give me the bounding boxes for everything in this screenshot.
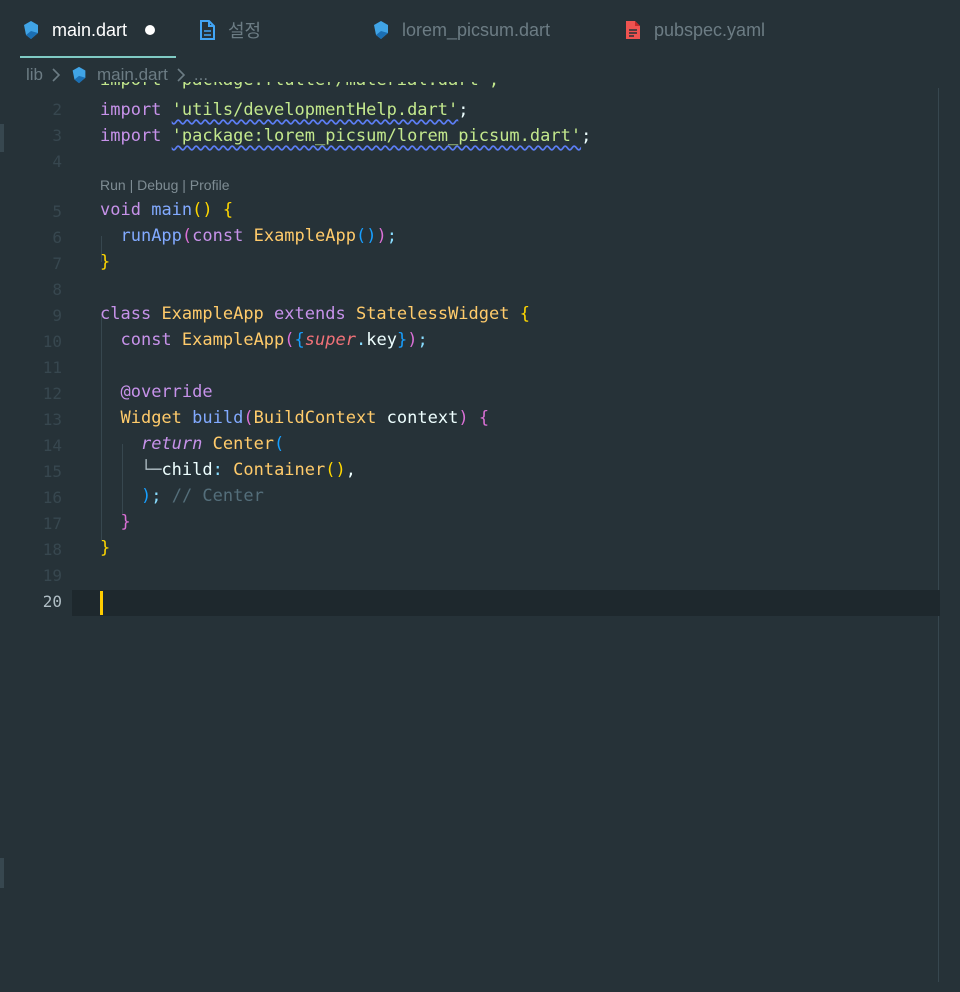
unsaved-dot-icon[interactable] bbox=[145, 25, 156, 35]
code-line-16: ); // Center bbox=[140, 486, 264, 506]
file-icon bbox=[196, 19, 218, 41]
codelens: Run | Debug | Profile bbox=[100, 177, 230, 193]
code-line-3: import 'package:lorem_picsum/lorem_picsu… bbox=[100, 126, 592, 146]
tab-settings[interactable]: 설정 bbox=[196, 0, 261, 60]
code-line-2: import 'utils/developmentHelp.dart'; bbox=[100, 100, 469, 120]
line-number: 7 bbox=[52, 254, 62, 273]
line-number: 18 bbox=[42, 540, 62, 559]
code-editor[interactable]: import 'package:flutter/material.dart'; … bbox=[0, 82, 960, 992]
line-number: 16 bbox=[42, 488, 62, 507]
code-line-7: } bbox=[100, 252, 111, 272]
chevron-right-icon bbox=[176, 68, 186, 82]
dart-icon bbox=[69, 65, 89, 85]
breadcrumb-folder[interactable]: lib bbox=[26, 65, 43, 85]
line-number: 5 bbox=[52, 202, 62, 221]
yaml-file-icon bbox=[622, 19, 644, 41]
line-number: 4 bbox=[52, 152, 62, 171]
tab-label: 설정 bbox=[228, 21, 262, 41]
line-number: 19 bbox=[42, 566, 62, 585]
line-number: 13 bbox=[42, 410, 62, 429]
code-line-15: └─child: Container(), bbox=[140, 460, 356, 480]
chevron-right-icon bbox=[51, 68, 61, 82]
code-line-6: runApp(const ExampleApp()); bbox=[120, 226, 397, 246]
line-number: 15 bbox=[42, 462, 62, 481]
dart-icon bbox=[20, 19, 42, 41]
line-number: 11 bbox=[42, 358, 62, 377]
code-line-5: void main() { bbox=[100, 200, 234, 220]
code-line-13: Widget build(BuildContext context) { bbox=[120, 408, 490, 428]
tab-label: pubspec.yaml bbox=[654, 19, 766, 40]
tab-lorem-picsum-dart[interactable]: lorem_picsum.dart bbox=[370, 0, 550, 60]
code-line-9: class ExampleApp extends StatelessWidget… bbox=[100, 304, 530, 324]
code-line-17: } bbox=[120, 512, 131, 532]
code-line-1: import 'package:flutter/material.dart'; bbox=[100, 82, 520, 94]
code-line-12: @override bbox=[120, 382, 213, 402]
line-number: 12 bbox=[42, 384, 62, 403]
line-number: 10 bbox=[42, 332, 62, 351]
codelens-run[interactable]: Run bbox=[100, 177, 126, 193]
tab-label: lorem_picsum.dart bbox=[402, 19, 551, 40]
line-number: 17 bbox=[42, 514, 62, 533]
scroll-marker bbox=[0, 858, 4, 888]
line-number: 2 bbox=[52, 100, 62, 119]
vertical-scrollbar-edge[interactable] bbox=[938, 88, 939, 982]
dart-icon bbox=[370, 19, 392, 41]
line-number-current: 20 bbox=[42, 592, 62, 611]
line-number: 9 bbox=[52, 306, 62, 325]
active-tab-indicator bbox=[20, 56, 176, 58]
code-line-10: const ExampleApp({super.key}); bbox=[120, 330, 428, 350]
tab-pubspec-yaml[interactable]: pubspec.yaml bbox=[622, 0, 765, 60]
line-number: 14 bbox=[42, 436, 62, 455]
line-number: 8 bbox=[52, 280, 62, 299]
line-number: 6 bbox=[52, 228, 62, 247]
tab-label: main.dart bbox=[52, 19, 128, 40]
text-cursor bbox=[100, 591, 103, 615]
tab-bar: main.dart 설정 lorem_picsum.dart pubspec.y… bbox=[0, 0, 960, 60]
codelens-debug[interactable]: Debug bbox=[137, 177, 178, 193]
tab-main-dart[interactable]: main.dart bbox=[20, 0, 176, 60]
code-line-18: } bbox=[100, 538, 111, 558]
current-line-highlight bbox=[72, 590, 940, 616]
codelens-profile[interactable]: Profile bbox=[190, 177, 230, 193]
line-number: 3 bbox=[52, 126, 62, 145]
code-line-14: return Center( bbox=[140, 434, 285, 454]
